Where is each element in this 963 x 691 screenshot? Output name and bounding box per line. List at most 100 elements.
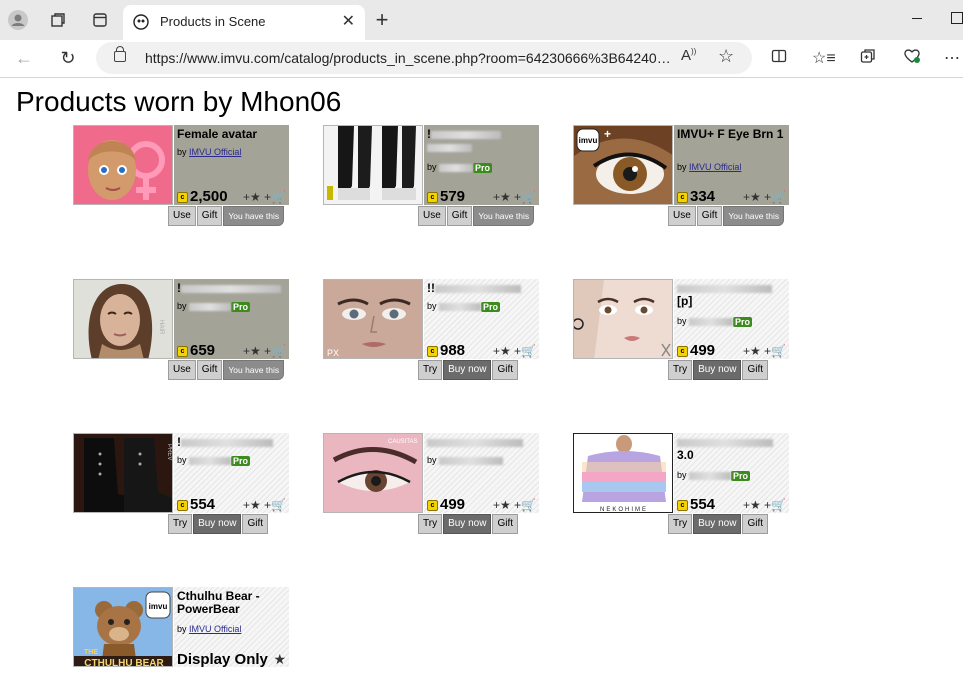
tab-actions-icon[interactable] [89, 9, 111, 31]
address-toolbar: ← ↻ https://www.imvu.com/catalog/product… [0, 40, 963, 78]
try-button[interactable]: Try [418, 360, 443, 380]
thumb-the: THE [84, 649, 98, 656]
wishlist-cart-icons[interactable]: +★ +🛒 [493, 498, 536, 512]
buy-now-button[interactable]: Buy now [443, 360, 492, 380]
creator-line: by Pro [427, 162, 493, 173]
use-button[interactable]: Use [168, 360, 196, 380]
product-name[interactable] [427, 436, 537, 449]
profile-icon[interactable] [7, 9, 29, 31]
product-thumbnail[interactable]: HAIR [73, 279, 173, 359]
pro-badge: Pro [473, 162, 493, 173]
creator-link[interactable] [689, 471, 732, 480]
collections-icon[interactable] [857, 48, 879, 69]
product-actions: Try Buy now Gift [668, 360, 769, 380]
product-name[interactable]: Female avatar [177, 128, 287, 141]
credits-icon: c [427, 345, 438, 357]
try-button[interactable]: Try [668, 360, 693, 380]
svg-text:PREV: PREV [166, 444, 172, 460]
product-name[interactable]: ! [427, 128, 537, 154]
wishlist-cart-icons[interactable]: +★ +🛒 [243, 344, 286, 358]
tab-products-in-scene[interactable]: Products in Scene ✕ [123, 5, 365, 40]
favorites-icon[interactable]: ☆≡ [812, 48, 836, 68]
wishlist-cart-icons[interactable]: +★ +🛒 [743, 344, 786, 358]
use-button[interactable]: Use [168, 206, 196, 226]
creator-link[interactable] [689, 317, 734, 326]
maximize-icon[interactable] [951, 12, 963, 24]
use-button[interactable]: Use [668, 206, 696, 226]
browser-essentials-icon[interactable] [901, 48, 923, 69]
lock-icon[interactable] [114, 46, 126, 62]
back-icon[interactable]: ← [12, 47, 36, 69]
creator-link[interactable] [439, 456, 504, 465]
try-button[interactable]: Try [668, 514, 693, 534]
product-thumbnail[interactable]: imvu + [573, 125, 673, 205]
buy-now-button[interactable]: Buy now [443, 514, 492, 534]
gift-button[interactable]: Gift [742, 514, 768, 534]
creator-link[interactable] [189, 302, 232, 311]
product-thumbnail[interactable] [73, 125, 173, 205]
split-screen-icon[interactable] [768, 48, 790, 69]
product-name[interactable]: [p] [677, 282, 787, 308]
product-thumbnail[interactable]: PX [323, 279, 423, 359]
gift-button[interactable]: Gift [742, 360, 768, 380]
refresh-icon[interactable]: ↻ [56, 47, 80, 69]
product-info: ! by Pro c 579 +★ +🛒 [424, 125, 539, 205]
gift-button[interactable]: Gift [446, 206, 473, 226]
creator-line: by [427, 455, 504, 465]
address-bar[interactable]: https://www.imvu.com/catalog/products_in… [96, 42, 752, 74]
buy-now-button[interactable]: Buy now [193, 514, 242, 534]
product-thumbnail[interactable] [573, 279, 673, 359]
svg-text:+: + [604, 127, 611, 141]
product-thumbnail[interactable]: CAUSITAS [323, 433, 423, 513]
product-thumbnail[interactable] [323, 125, 423, 205]
try-button[interactable]: Try [168, 514, 193, 534]
wishlist-cart-icons[interactable]: +★ +🛒 [243, 498, 286, 512]
more-menu-icon[interactable]: ⋯ [941, 48, 963, 68]
gift-button[interactable]: Gift [196, 360, 223, 380]
buy-now-button[interactable]: Buy now [693, 514, 742, 534]
close-tab-icon[interactable]: ✕ [342, 11, 355, 31]
product-thumbnail[interactable]: imvu THE CTHULHU BEAR [73, 587, 173, 667]
use-button[interactable]: Use [418, 206, 446, 226]
read-aloud-icon[interactable]: A)) [681, 47, 696, 64]
creator-link[interactable]: IMVU Official [189, 147, 241, 157]
creator-link[interactable]: IMVU Official [189, 624, 241, 634]
wishlist-star-icon[interactable]: ★ [273, 651, 286, 668]
wishlist-cart-icons[interactable]: +★ +🛒 [493, 190, 536, 204]
product-thumbnail[interactable]: NEKOHIME [573, 433, 673, 513]
wishlist-cart-icons[interactable]: +★ +🛒 [743, 498, 786, 512]
price: c 2,500 [177, 188, 228, 205]
product-thumbnail[interactable]: PREV [73, 433, 173, 513]
wishlist-cart-icons[interactable]: +★ +🛒 [243, 190, 286, 204]
product-card: HAIR ! by Pro c 659 +★ +🛒 Use Gift You ha… [73, 279, 289, 383]
wishlist-cart-icons[interactable]: +★ +🛒 [743, 190, 786, 204]
try-button[interactable]: Try [418, 514, 443, 534]
creator-link[interactable] [189, 456, 232, 465]
product-card: imvu + IMVU+ F Eye Brn 1 by IMVU Official… [573, 125, 789, 229]
new-tab-icon[interactable]: + [371, 7, 393, 33]
wishlist-cart-icons[interactable]: +★ +🛒 [493, 344, 536, 358]
buy-now-button[interactable]: Buy now [693, 360, 742, 380]
workspaces-icon[interactable] [47, 9, 69, 31]
product-name[interactable]: 3.0 [677, 436, 787, 462]
creator-link[interactable]: IMVU Official [689, 162, 741, 172]
minimize-icon[interactable] [912, 18, 922, 19]
product-card: ! by Pro c 579 +★ +🛒 Use Gift You have th… [323, 125, 539, 229]
price: c 659 [177, 342, 215, 359]
gift-button[interactable]: Gift [492, 360, 518, 380]
product-name[interactable]: IMVU+ F Eye Brn 1 [677, 128, 787, 141]
gift-button[interactable]: Gift [196, 206, 223, 226]
creator-link[interactable] [439, 163, 474, 172]
gift-button[interactable]: Gift [696, 206, 723, 226]
gift-button[interactable]: Gift [242, 514, 268, 534]
url-text[interactable]: https://www.imvu.com/catalog/products_in… [145, 50, 671, 66]
product-name[interactable]: ! [177, 436, 287, 449]
creator-link[interactable] [439, 302, 482, 311]
product-name[interactable]: !! [427, 282, 537, 295]
product-name[interactable]: ! [177, 282, 287, 295]
price: c 554 [177, 496, 215, 513]
favorite-star-icon[interactable]: ☆ [718, 46, 734, 67]
product-name[interactable]: Cthulhu Bear - PowerBear [177, 590, 287, 616]
gift-button[interactable]: Gift [492, 514, 518, 534]
svg-text:HAIR: HAIR [158, 320, 164, 335]
